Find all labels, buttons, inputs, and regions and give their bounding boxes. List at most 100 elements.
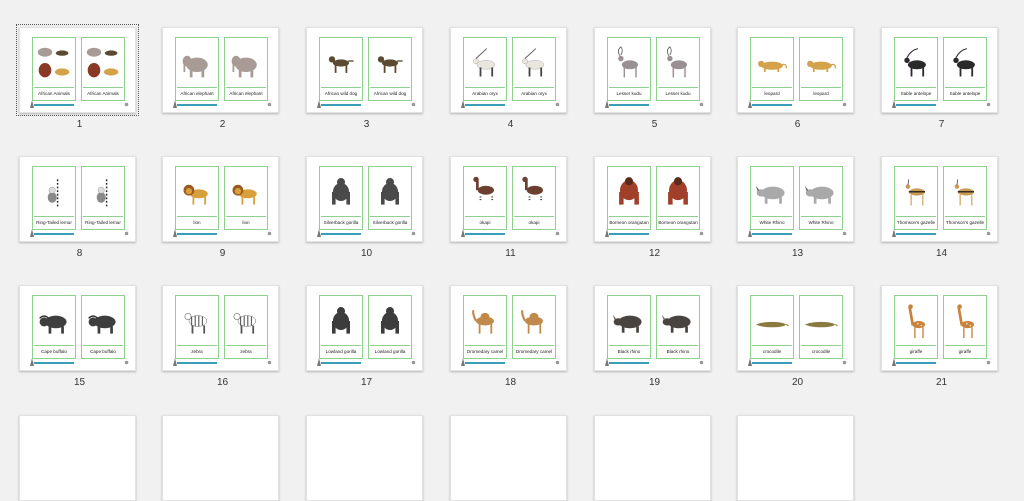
card-label: crocodile bbox=[752, 345, 792, 357]
page-preview[interactable]: lion lion bbox=[162, 156, 279, 242]
page-preview[interactable] bbox=[306, 415, 423, 501]
card-label: crocodile bbox=[801, 345, 841, 357]
camel-image bbox=[472, 309, 494, 334]
giraffe-image bbox=[957, 304, 974, 339]
page-thumbnail[interactable]: Borneon orangutan Borneon orangutan 12 bbox=[590, 156, 733, 272]
buffalo-image bbox=[39, 315, 67, 334]
page-preview[interactable]: Dromedary camel Dromedary camel bbox=[450, 285, 567, 371]
gazelle-image bbox=[905, 179, 925, 206]
page-thumbnail[interactable]: Silverback gorilla Silverback gorilla 10 bbox=[302, 156, 445, 272]
gorilla-image bbox=[381, 307, 399, 334]
footer-divider bbox=[34, 104, 74, 106]
pin-icon bbox=[411, 231, 416, 236]
page-thumbnail[interactable]: Lesser kudu Lesser kudu 5 bbox=[590, 27, 733, 143]
page-thumbnail[interactable]: Arabian oryx Arabian oryx 4 bbox=[446, 27, 589, 143]
dog-image bbox=[377, 56, 403, 73]
page-preview[interactable]: Cape buffalo Cape buffalo bbox=[19, 285, 136, 371]
page-preview[interactable]: Lesser kudu Lesser kudu bbox=[594, 27, 711, 113]
card-label: Cape buffalo bbox=[83, 345, 123, 357]
rhino-image bbox=[661, 314, 691, 333]
elephant-image bbox=[231, 55, 257, 78]
page-preview[interactable]: African Animals African Animals bbox=[16, 24, 139, 116]
footer-divider bbox=[177, 362, 217, 364]
page-number: 12 bbox=[648, 248, 661, 259]
footer-divider bbox=[34, 362, 74, 364]
page-number: 1 bbox=[76, 119, 83, 130]
animal-card: zebra bbox=[224, 295, 268, 359]
page-preview[interactable]: zebra zebra bbox=[162, 285, 279, 371]
card-label: African Animals bbox=[83, 87, 123, 99]
page-preview[interactable]: White Rhino White Rhino bbox=[737, 156, 854, 242]
card-label: okapi bbox=[465, 216, 505, 228]
page-thumbnail[interactable]: zebra zebra 16 bbox=[158, 285, 301, 401]
card-label: Thomson's gazelle bbox=[896, 216, 936, 228]
page-preview[interactable]: Black rhino Black rhino bbox=[594, 285, 711, 371]
page-number: 5 bbox=[651, 119, 658, 130]
page-thumbnail[interactable]: okapi okapi 11 bbox=[446, 156, 589, 272]
page-preview[interactable]: crocodile crocodile bbox=[737, 285, 854, 371]
animal-card: Lowland gorilla bbox=[319, 295, 363, 359]
page-preview[interactable]: Sable antelope Sable antelope bbox=[881, 27, 998, 113]
page-thumbnail[interactable]: African Animals African Animals 1 bbox=[15, 24, 158, 143]
animal-card: Dromedary camel bbox=[512, 295, 556, 359]
page-preview[interactable]: giraffe giraffe bbox=[881, 285, 998, 371]
page-preview[interactable] bbox=[19, 415, 136, 501]
page-thumbnail[interactable]: Lowland gorilla Lowland gorilla 17 bbox=[302, 285, 445, 401]
page-thumbnail[interactable]: Black rhino Black rhino 19 bbox=[590, 285, 733, 401]
page-number: 15 bbox=[73, 377, 86, 388]
footer-divider bbox=[465, 362, 505, 364]
page-preview[interactable]: Arabian oryx Arabian oryx bbox=[450, 27, 567, 113]
page-thumbnail[interactable]: lion lion 9 bbox=[158, 156, 301, 272]
animal-card: Thomson's gazelle bbox=[943, 166, 987, 230]
pin-icon bbox=[842, 231, 847, 236]
page-preview[interactable]: African elephant African elephant bbox=[162, 27, 279, 113]
animal-card: African Animals bbox=[32, 37, 76, 101]
page-preview[interactable]: Ring-Tailed lemur Ring-Tailed lemur bbox=[19, 156, 136, 242]
page-thumbnail[interactable]: African elephant African elephant 2 bbox=[158, 27, 301, 143]
animal-card: crocodile bbox=[750, 295, 794, 359]
animal-card: Ring-Tailed lemur bbox=[81, 166, 125, 230]
page-preview[interactable] bbox=[450, 415, 567, 501]
gazelle-image bbox=[954, 179, 974, 206]
page-thumbnail[interactable]: African wild dog African wild dog 3 bbox=[302, 27, 445, 143]
page-preview[interactable]: Thomson's gazelle Thomson's gazelle bbox=[881, 156, 998, 242]
page-preview[interactable]: Silverback gorilla Silverback gorilla bbox=[306, 156, 423, 242]
pin-icon bbox=[267, 360, 272, 365]
page-thumbnail[interactable]: leopard leopard 6 bbox=[733, 27, 876, 143]
page-preview[interactable]: Borneon orangutan Borneon orangutan bbox=[594, 156, 711, 242]
card-label: Ring-Tailed lemur bbox=[34, 216, 74, 228]
page-preview[interactable]: okapi okapi bbox=[450, 156, 567, 242]
page-preview[interactable] bbox=[594, 415, 711, 501]
page-thumbnail[interactable]: White Rhino White Rhino 13 bbox=[733, 156, 876, 272]
page-thumbnail[interactable]: Ring-Tailed lemur Ring-Tailed lemur 8 bbox=[15, 156, 158, 272]
page-number: 19 bbox=[648, 377, 661, 388]
lemur-image bbox=[96, 179, 108, 207]
animal-card: lion bbox=[175, 166, 219, 230]
animal-card: African elephant bbox=[224, 37, 268, 101]
page-thumbnail[interactable]: crocodile crocodile 20 bbox=[733, 285, 876, 401]
page-thumbnail[interactable]: Dromedary camel Dromedary camel 18 bbox=[446, 285, 589, 401]
card-label: lion bbox=[226, 216, 266, 228]
footer-divider bbox=[896, 104, 936, 106]
page-preview[interactable] bbox=[162, 415, 279, 501]
card-label: giraffe bbox=[896, 345, 936, 357]
animal-card: Silverback gorilla bbox=[319, 166, 363, 230]
page-preview[interactable] bbox=[737, 415, 854, 501]
card-label: leopard bbox=[801, 87, 841, 99]
page-preview[interactable]: African wild dog African wild dog bbox=[306, 27, 423, 113]
page-thumbnail[interactable]: Sable antelope Sable antelope 7 bbox=[877, 27, 1020, 143]
card-label: Sable antelope bbox=[945, 87, 985, 99]
page-thumbnail[interactable]: Cape buffalo Cape buffalo 15 bbox=[15, 285, 158, 401]
page-thumbnail[interactable]: giraffe giraffe 21 bbox=[877, 285, 1020, 401]
page-number: 17 bbox=[360, 377, 373, 388]
page-thumbnail[interactable]: Thomson's gazelle Thomson's gazelle 14 bbox=[877, 156, 1020, 272]
animal-card: Sable antelope bbox=[894, 37, 938, 101]
pin-icon bbox=[986, 360, 991, 365]
animal-card: White Rhino bbox=[750, 166, 794, 230]
okapi-image bbox=[522, 176, 543, 205]
page-preview[interactable]: Lowland gorilla Lowland gorilla bbox=[306, 285, 423, 371]
page-preview[interactable]: leopard leopard bbox=[737, 27, 854, 113]
oryx-image bbox=[473, 48, 496, 77]
page-number: 18 bbox=[504, 377, 517, 388]
buffalo-image bbox=[88, 315, 116, 334]
